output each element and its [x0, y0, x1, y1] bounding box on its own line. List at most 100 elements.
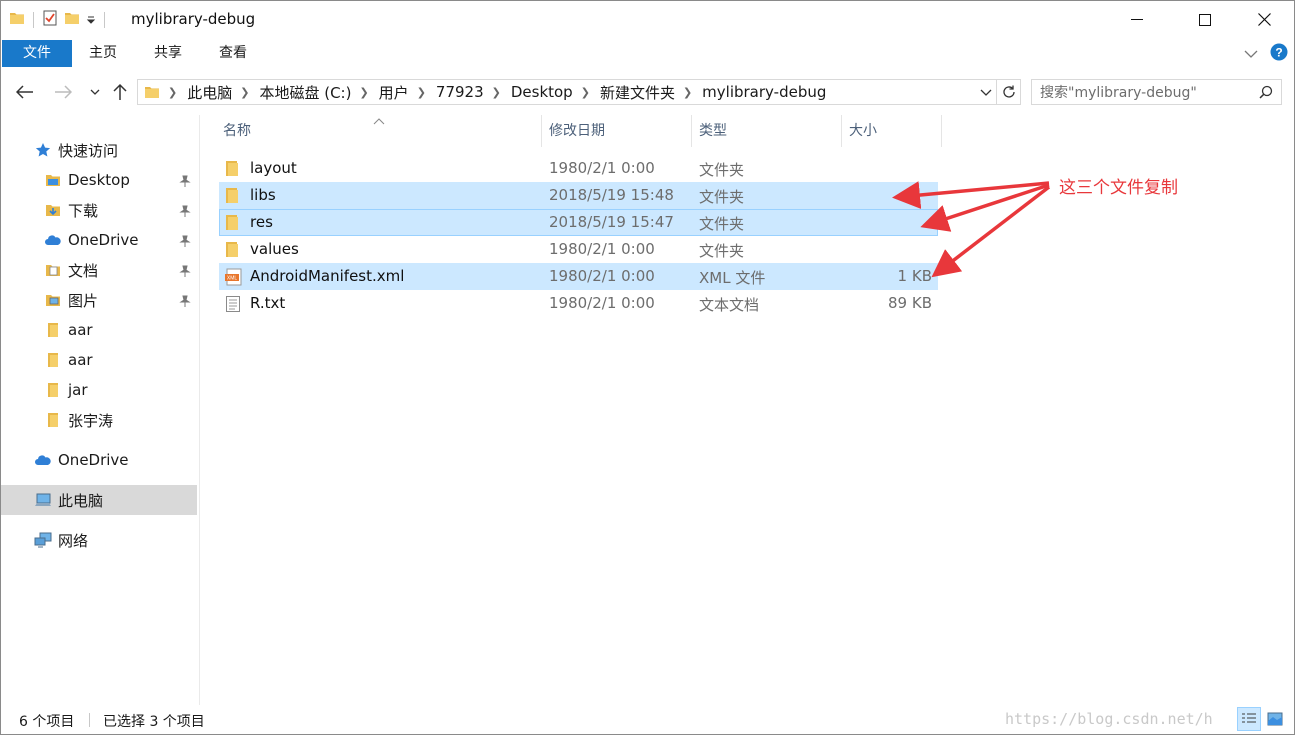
quick-access-toolbar	[9, 9, 107, 31]
new-folder-icon[interactable]	[64, 11, 80, 29]
breadcrumb-desktop[interactable]: Desktop	[511, 83, 573, 101]
annotation-label: 这三个文件复制	[1059, 178, 1178, 198]
pin-icon[interactable]	[179, 203, 191, 221]
maximize-button[interactable]	[1182, 1, 1228, 38]
explorer-window: mylibrary-debug 文件 主页 共享 查看 ? ❯ 此电脑 ❯ 本地…	[0, 0, 1295, 735]
breadcrumb-local-disk[interactable]: 本地磁盘 (C:)	[259, 82, 351, 103]
minimize-button[interactable]	[1114, 1, 1160, 38]
refresh-button[interactable]	[997, 79, 1021, 105]
folder-icon	[225, 241, 239, 262]
ribbon-tabs: 文件 主页 共享 查看 ?	[1, 38, 1294, 67]
column-header-type[interactable]: 类型	[692, 115, 841, 147]
file-row-androidmanifest[interactable]: XML AndroidManifest.xml 1980/2/1 0:00 XM…	[219, 263, 938, 290]
network-icon	[34, 531, 52, 549]
help-icon[interactable]: ?	[1270, 43, 1288, 65]
chevron-right-icon[interactable]: ❯	[240, 86, 249, 99]
xml-file-icon: XML	[225, 268, 243, 290]
pin-icon[interactable]	[179, 173, 191, 191]
search-placeholder: 搜索"mylibrary-debug"	[1040, 85, 1197, 101]
folder-icon	[9, 11, 25, 29]
column-header-name[interactable]: 名称	[216, 115, 541, 147]
sidebar-item-quick-access[interactable]: 快速访问	[1, 135, 197, 165]
details-view-icon[interactable]	[1237, 707, 1261, 731]
folder-icon	[225, 214, 239, 235]
computer-icon	[34, 491, 52, 509]
column-header-date[interactable]: 修改日期	[542, 115, 691, 147]
breadcrumb-user[interactable]: 77923	[436, 83, 484, 101]
ribbon-right-controls: ?	[1244, 43, 1288, 65]
folder-icon	[44, 411, 62, 429]
pin-icon[interactable]	[179, 233, 191, 251]
expand-ribbon-icon[interactable]	[1244, 46, 1258, 62]
back-button[interactable]	[13, 80, 37, 104]
chevron-right-icon[interactable]: ❯	[492, 86, 501, 99]
sidebar-item-documents[interactable]: 文档	[1, 255, 197, 285]
sidebar-item-pictures[interactable]: 图片	[1, 285, 197, 315]
chevron-right-icon[interactable]: ❯	[359, 86, 368, 99]
breadcrumb-this-pc[interactable]: 此电脑	[187, 82, 232, 103]
sidebar-item-jar[interactable]: jar	[1, 375, 197, 405]
chevron-right-icon[interactable]: ❯	[168, 86, 177, 99]
file-row-libs[interactable]: libs 2018/5/19 15:48 文件夹	[219, 182, 938, 209]
annotation-arrow-manifest	[931, 185, 1051, 278]
sidebar-item-onedrive[interactable]: OneDrive	[1, 445, 197, 475]
pin-icon[interactable]	[179, 293, 191, 311]
svg-text:?: ?	[1275, 46, 1282, 60]
svg-text:XML: XML	[227, 276, 238, 282]
tab-file[interactable]: 文件	[2, 40, 72, 67]
sidebar-item-network[interactable]: 网络	[1, 525, 197, 555]
title-bar: mylibrary-debug	[1, 1, 1294, 38]
sidebar-item-zhangyutao[interactable]: 张宇涛	[1, 405, 197, 435]
download-folder-icon	[44, 201, 62, 219]
sidebar-item-desktop[interactable]: Desktop	[1, 165, 197, 195]
close-button[interactable]	[1241, 1, 1287, 38]
sidebar-item-this-pc[interactable]: 此电脑	[1, 485, 197, 515]
status-selected-count: 已选择 3 个项目	[103, 714, 205, 730]
breadcrumb-users[interactable]: 用户	[379, 82, 409, 103]
address-bar[interactable]: ❯ 此电脑 ❯ 本地磁盘 (C:) ❯ 用户 ❯ 77923 ❯ Desktop…	[137, 79, 997, 105]
search-input[interactable]: 搜索"mylibrary-debug"	[1031, 79, 1282, 105]
status-item-count: 6 个项目	[19, 714, 75, 730]
desktop-folder-icon	[44, 171, 62, 189]
tab-home[interactable]: 主页	[75, 40, 131, 67]
folder-icon	[225, 187, 239, 208]
folder-icon	[44, 381, 62, 399]
pictures-folder-icon	[44, 291, 62, 309]
sidebar-item-aar[interactable]: aar	[1, 315, 197, 345]
breadcrumb-new-folder[interactable]: 新建文件夹	[600, 82, 675, 103]
folder-icon	[144, 85, 160, 99]
tab-share[interactable]: 共享	[140, 40, 196, 67]
column-header-size[interactable]: 大小	[842, 115, 941, 147]
chevron-down-icon[interactable]	[980, 85, 992, 103]
watermark: https://blog.csdn.net/h	[1005, 710, 1213, 728]
tab-view[interactable]: 查看	[205, 40, 261, 67]
chevron-right-icon[interactable]: ❯	[417, 86, 426, 99]
cloud-icon	[34, 451, 52, 469]
sidebar-item-onedrive-pinned[interactable]: OneDrive	[1, 225, 197, 255]
text-file-icon	[225, 295, 241, 317]
sidebar-item-downloads[interactable]: 下载	[1, 195, 197, 225]
chevron-right-icon[interactable]: ❯	[683, 86, 692, 99]
file-row-res[interactable]: res 2018/5/19 15:47 文件夹	[219, 209, 938, 236]
customize-qat-icon[interactable]	[86, 12, 96, 28]
chevron-right-icon[interactable]: ❯	[581, 86, 590, 99]
file-row-layout[interactable]: layout 1980/2/1 0:00 文件夹	[219, 155, 938, 182]
folder-icon	[44, 351, 62, 369]
navigation-bar: ❯ 此电脑 ❯ 本地磁盘 (C:) ❯ 用户 ❯ 77923 ❯ Desktop…	[1, 67, 1294, 115]
file-row-r-txt[interactable]: R.txt 1980/2/1 0:00 文本文档 89 KB	[219, 290, 938, 317]
up-button[interactable]	[108, 80, 132, 104]
search-icon[interactable]	[1259, 85, 1273, 103]
view-switcher	[1237, 707, 1287, 731]
file-row-values[interactable]: values 1980/2/1 0:00 文件夹	[219, 236, 938, 263]
large-icons-view-icon[interactable]	[1263, 707, 1287, 731]
pin-icon[interactable]	[179, 263, 191, 281]
folder-icon	[225, 160, 239, 181]
forward-button[interactable]	[51, 80, 75, 104]
breadcrumb-current[interactable]: mylibrary-debug	[702, 83, 826, 101]
recent-locations-button[interactable]	[83, 80, 107, 104]
folder-icon	[44, 321, 62, 339]
documents-folder-icon	[44, 261, 62, 279]
properties-icon[interactable]	[42, 10, 58, 30]
sidebar-item-aar-2[interactable]: aar	[1, 345, 197, 375]
cloud-icon	[44, 231, 62, 249]
